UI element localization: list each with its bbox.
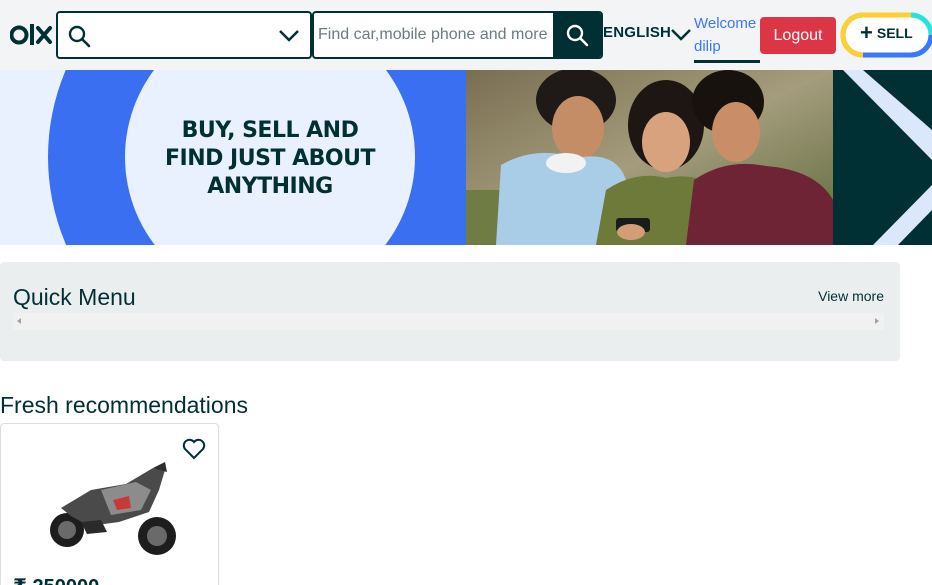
search-input[interactable]: [318, 13, 554, 57]
language-selector[interactable]: ENGLISH: [603, 24, 671, 41]
top-header: ENGLISH Welcome dilip Logout + SELL: [0, 0, 932, 70]
motorcycle-image: [50, 462, 176, 555]
product-card[interactable]: ₹ 250000: [0, 423, 219, 585]
product-price: ₹ 250000: [13, 574, 99, 585]
fresh-recommendations-title: Fresh recommendations: [0, 392, 248, 418]
banner-decor: [833, 70, 932, 245]
scroll-left-arrow-icon[interactable]: [17, 318, 21, 324]
banner-people-photo: [466, 70, 833, 245]
search-bar: [312, 11, 603, 59]
quick-menu-title: Quick Menu: [13, 284, 136, 310]
location-selector[interactable]: [56, 11, 312, 59]
promo-banner[interactable]: BUY, SELL AND FIND JUST ABOUT ANYTHING: [0, 70, 932, 245]
chevron-down-icon[interactable]: [670, 27, 692, 43]
plus-icon: +: [860, 20, 873, 45]
logout-button[interactable]: Logout: [760, 17, 836, 54]
view-more-link[interactable]: View more: [818, 288, 884, 304]
chevron-down-icon[interactable]: [278, 27, 300, 43]
username: dilip: [694, 38, 721, 55]
sell-label: + SELL: [860, 20, 913, 45]
welcome-text: Welcome: [694, 15, 757, 32]
banner-headline: BUY, SELL AND FIND JUST ABOUT ANYTHING: [165, 118, 375, 199]
scroll-right-arrow-icon[interactable]: [875, 318, 879, 324]
quick-menu-section: Quick Menu View more: [0, 262, 900, 361]
olx-logo-icon[interactable]: [10, 22, 54, 48]
sell-text: SELL: [876, 25, 913, 41]
search-icon: [566, 24, 589, 47]
search-button[interactable]: [553, 13, 601, 57]
welcome-user-link[interactable]: Welcome dilip: [694, 12, 760, 63]
heart-icon[interactable]: [182, 438, 206, 460]
search-icon: [68, 25, 91, 48]
horizontal-scrollbar[interactable]: [13, 313, 884, 330]
sell-button[interactable]: + SELL: [840, 12, 932, 58]
